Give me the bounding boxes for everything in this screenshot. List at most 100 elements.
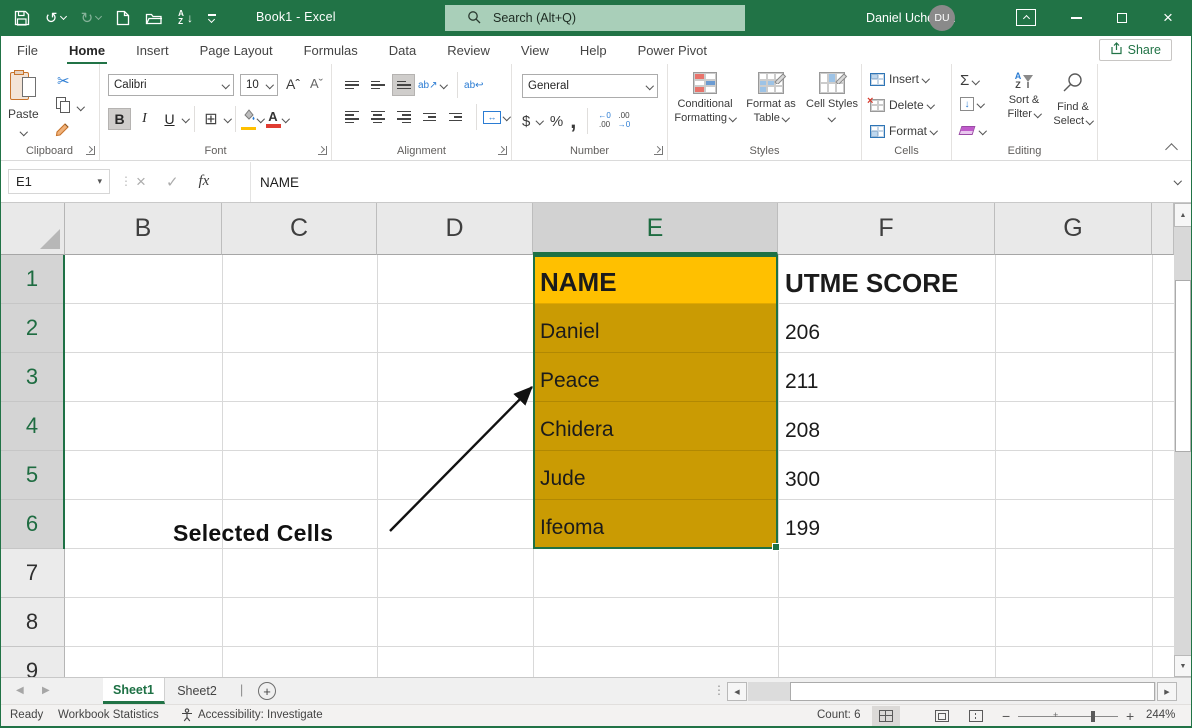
- decrease-font-size-icon[interactable]: Aˇ: [310, 76, 323, 91]
- increase-font-size-icon[interactable]: Aˆ: [286, 76, 300, 92]
- column-header-b[interactable]: B: [65, 203, 222, 255]
- cell-e6[interactable]: Ifeoma: [533, 500, 778, 549]
- cell-f5[interactable]: 300: [778, 451, 995, 500]
- number-format-combo[interactable]: General: [522, 74, 658, 98]
- format-as-table-button[interactable]: Format as Table: [742, 72, 800, 126]
- column-header-c[interactable]: C: [222, 203, 377, 255]
- font-dialog-launcher-icon[interactable]: [318, 146, 327, 155]
- row-header-3[interactable]: 3: [0, 353, 65, 402]
- tab-view[interactable]: View: [519, 39, 551, 62]
- sheet-tab-sheet1[interactable]: Sheet1: [103, 678, 165, 704]
- sheet-nav-right-icon[interactable]: ▶: [42, 685, 50, 696]
- borders-icon[interactable]: ⊞: [200, 108, 223, 130]
- increase-indent-icon[interactable]: [444, 106, 467, 128]
- underline-button[interactable]: U: [158, 108, 181, 130]
- search-input[interactable]: Search (Alt+Q): [445, 5, 745, 31]
- conditional-formatting-button[interactable]: Conditional Formatting: [674, 72, 736, 126]
- sort-ascending-icon[interactable]: AZ ↓: [178, 10, 193, 27]
- font-size-combo[interactable]: 10: [240, 74, 278, 96]
- tab-file[interactable]: File: [15, 39, 40, 62]
- align-top-icon[interactable]: [340, 74, 363, 96]
- cell-f2[interactable]: 206: [778, 304, 995, 353]
- decrease-decimal-icon[interactable]: .00→0: [618, 112, 630, 130]
- font-color-icon[interactable]: A: [266, 110, 281, 128]
- column-header-partial[interactable]: [1152, 203, 1174, 255]
- align-bottom-icon[interactable]: [392, 74, 415, 96]
- scroll-down-icon[interactable]: ▼: [1174, 655, 1192, 677]
- cell-e5[interactable]: Jude: [533, 451, 778, 500]
- sheet-nav-left-icon[interactable]: ◀: [16, 685, 24, 696]
- cell-f3[interactable]: 211: [778, 353, 995, 402]
- chevron-down-icon[interactable]: [281, 115, 289, 123]
- page-layout-view-icon[interactable]: [928, 706, 956, 726]
- maximize-button[interactable]: [1099, 0, 1145, 36]
- align-right-icon[interactable]: [392, 106, 415, 128]
- zoom-out-icon[interactable]: −: [1002, 708, 1010, 724]
- column-header-d[interactable]: D: [377, 203, 533, 255]
- font-name-combo[interactable]: Calibri: [108, 74, 234, 96]
- format-painter-icon[interactable]: [55, 122, 72, 144]
- fill-color-icon[interactable]: [241, 108, 256, 131]
- formula-input[interactable]: NAME: [250, 162, 1162, 202]
- column-header-e[interactable]: E: [533, 203, 778, 255]
- customize-quick-access-icon[interactable]: [208, 14, 216, 21]
- share-button[interactable]: Share: [1099, 39, 1172, 61]
- name-box[interactable]: E1 ▾: [8, 169, 110, 194]
- zoom-slider-track[interactable]: [1018, 716, 1118, 717]
- find-select-button[interactable]: Find & Select: [1050, 72, 1096, 129]
- row-header-9[interactable]: 9: [0, 647, 65, 677]
- avatar[interactable]: DU: [929, 5, 955, 31]
- wrap-text-icon[interactable]: ab↩: [464, 80, 484, 91]
- zoom-slider-thumb[interactable]: [1091, 711, 1095, 722]
- accounting-format-icon[interactable]: $: [522, 113, 530, 130]
- cell-f4[interactable]: 208: [778, 402, 995, 451]
- tab-help[interactable]: Help: [578, 39, 609, 62]
- chevron-down-icon[interactable]: [503, 113, 511, 121]
- select-all-corner[interactable]: [0, 203, 65, 255]
- cell-e1[interactable]: NAME: [533, 255, 778, 304]
- row-header-7[interactable]: 7: [0, 549, 65, 598]
- decrease-indent-icon[interactable]: [418, 106, 441, 128]
- row-header-8[interactable]: 8: [0, 598, 65, 647]
- alignment-dialog-launcher-icon[interactable]: [498, 146, 507, 155]
- sort-filter-button[interactable]: AZ Sort & Filter: [1000, 72, 1048, 122]
- align-middle-icon[interactable]: [366, 74, 389, 96]
- tab-data[interactable]: Data: [387, 39, 418, 62]
- cell-styles-button[interactable]: Cell Styles: [806, 72, 858, 126]
- chevron-down-icon[interactable]: [77, 103, 85, 111]
- cell-e4[interactable]: Chidera: [533, 402, 778, 451]
- italic-button[interactable]: I: [133, 108, 156, 130]
- scroll-up-icon[interactable]: ▲: [1174, 203, 1192, 227]
- zoom-level[interactable]: 244%: [1146, 709, 1175, 721]
- fill-handle[interactable]: [772, 543, 780, 551]
- bold-button[interactable]: B: [108, 108, 131, 130]
- number-dialog-launcher-icon[interactable]: [654, 146, 663, 155]
- chevron-down-icon[interactable]: [536, 117, 544, 125]
- fill-button[interactable]: ↓: [960, 97, 984, 111]
- tab-page-layout[interactable]: Page Layout: [198, 39, 275, 62]
- undo-icon[interactable]: ↺: [45, 11, 66, 26]
- cell-e2[interactable]: Daniel: [533, 304, 778, 353]
- row-header-6[interactable]: 6: [0, 500, 65, 549]
- clipboard-dialog-launcher-icon[interactable]: [86, 146, 95, 155]
- chevron-down-icon[interactable]: [223, 115, 231, 123]
- horizontal-scrollbar-thumb[interactable]: [790, 682, 1155, 701]
- workbook-statistics-button[interactable]: Workbook Statistics: [58, 709, 159, 721]
- clear-button[interactable]: [960, 126, 986, 135]
- zoom-in-icon[interactable]: +: [1126, 708, 1134, 724]
- percent-style-icon[interactable]: %: [550, 113, 563, 130]
- cell-f1[interactable]: UTME SCORE: [778, 255, 995, 304]
- tab-power-pivot[interactable]: Power Pivot: [636, 39, 709, 62]
- row-header-5[interactable]: 5: [0, 451, 65, 500]
- collapse-ribbon-icon[interactable]: [1165, 143, 1178, 156]
- save-icon[interactable]: [14, 10, 30, 26]
- minimize-button[interactable]: [1053, 0, 1099, 36]
- chevron-down-icon[interactable]: [257, 115, 265, 123]
- cell-f6[interactable]: 199: [778, 500, 995, 549]
- open-folder-icon[interactable]: [145, 11, 163, 26]
- new-file-icon[interactable]: [116, 10, 130, 26]
- close-button[interactable]: ×: [1145, 0, 1191, 36]
- chevron-down-icon[interactable]: [182, 115, 190, 123]
- format-cells-button[interactable]: Format: [870, 124, 937, 138]
- expand-formula-bar-icon[interactable]: [1173, 177, 1181, 185]
